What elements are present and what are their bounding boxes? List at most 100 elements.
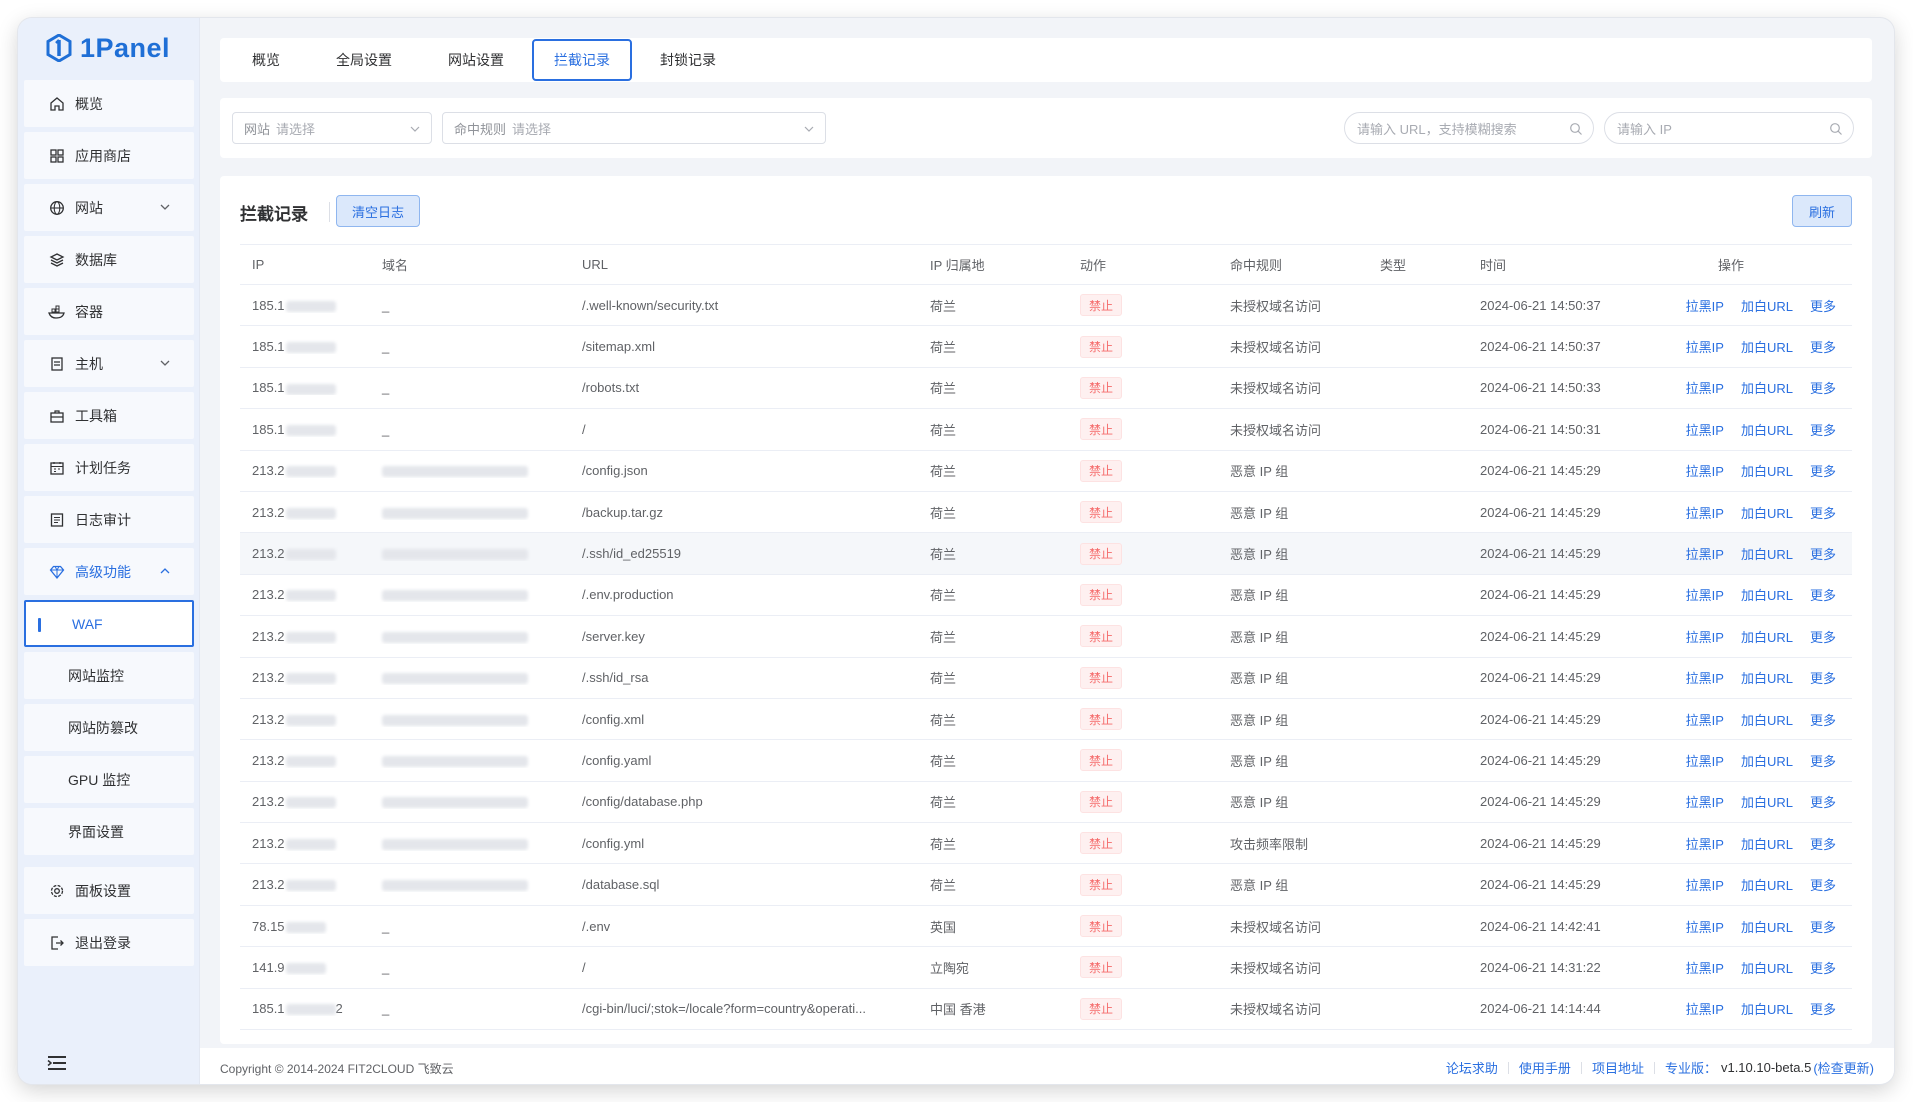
cell-ip: 213.2 [240,670,370,685]
sidebar-item-toolbox[interactable]: 工具箱 [24,392,194,439]
whitelist-url-button[interactable]: 加白URL [1741,834,1793,853]
url-search-input[interactable]: 请输入 URL，支持模糊搜索 [1344,112,1594,144]
blacklist-ip-button[interactable]: 拉黑IP [1686,337,1724,356]
column-header-type: 类型 [1380,258,1407,273]
tab-global-settings[interactable]: 全局设置 [308,39,420,81]
whitelist-url-button[interactable]: 加白URL [1741,627,1793,646]
status-badge: 禁止 [1080,790,1123,813]
blacklist-ip-button[interactable]: 拉黑IP [1686,461,1724,480]
more-button[interactable]: 更多 [1810,585,1836,604]
sidebar-item-gpu[interactable]: GPU 监控 [24,756,194,803]
sidebar-item-ui[interactable]: 界面设置 [24,808,194,855]
more-button[interactable]: 更多 [1810,503,1836,522]
more-button[interactable]: 更多 [1810,710,1836,729]
more-button[interactable]: 更多 [1810,751,1836,770]
blacklist-ip-button[interactable]: 拉黑IP [1686,627,1724,646]
whitelist-url-button[interactable]: 加白URL [1741,875,1793,894]
whitelist-url-button[interactable]: 加白URL [1741,296,1793,315]
sidebar-item-website[interactable]: 网站 [24,184,194,231]
blacklist-ip-button[interactable]: 拉黑IP [1686,585,1724,604]
sidebar-item-database[interactable]: 数据库 [24,236,194,283]
check-update-link[interactable]: (检查更新) [1811,1058,1874,1077]
sidebar-item-log[interactable]: 日志审计 [24,496,194,543]
sidebar-item-appstore[interactable]: 应用商店 [24,132,194,179]
whitelist-url-button[interactable]: 加白URL [1741,503,1793,522]
blacklist-ip-button[interactable]: 拉黑IP [1686,834,1724,853]
blacklist-ip-button[interactable]: 拉黑IP [1686,710,1724,729]
forum-help-link[interactable]: 论坛求助 [1436,1058,1508,1077]
more-button[interactable]: 更多 [1810,296,1836,315]
logo[interactable]: 1Panel [46,26,170,70]
more-button[interactable]: 更多 [1810,875,1836,894]
tab-block-records[interactable]: 封锁记录 [632,39,744,81]
sidebar-item-settings[interactable]: 面板设置 [24,867,194,914]
cell-geo: 荷兰 [930,298,957,314]
sidebar-item-overview[interactable]: 概览 [24,80,194,127]
more-button[interactable]: 更多 [1810,999,1836,1018]
whitelist-url-button[interactable]: 加白URL [1741,337,1793,356]
manual-link[interactable]: 使用手册 [1509,1058,1581,1077]
redacted-block [285,549,336,561]
menu-collapse-icon[interactable] [46,1054,68,1072]
blacklist-ip-button[interactable]: 拉黑IP [1686,751,1724,770]
sidebar-item-logout[interactable]: 退出登录 [24,919,194,966]
whitelist-url-button[interactable]: 加白URL [1741,585,1793,604]
ip-text: 185.1 [252,421,285,437]
whitelist-url-button[interactable]: 加白URL [1741,544,1793,563]
whitelist-url-button[interactable]: 加白URL [1741,461,1793,480]
sidebar-item-monitor[interactable]: 网站监控 [24,652,194,699]
whitelist-url-button[interactable]: 加白URL [1741,792,1793,811]
ip-search-input[interactable]: 请输入 IP [1604,112,1854,144]
sidebar-item-tamper[interactable]: 网站防篡改 [24,704,194,751]
clear-log-button[interactable]: 清空日志 [336,195,421,227]
blacklist-ip-button[interactable]: 拉黑IP [1686,503,1724,522]
blacklist-ip-button[interactable]: 拉黑IP [1686,420,1724,439]
blacklist-ip-button[interactable]: 拉黑IP [1686,296,1724,315]
tab-intercept-records[interactable]: 拦截记录 [532,39,632,81]
whitelist-url-button[interactable]: 加白URL [1741,751,1793,770]
blacklist-ip-button[interactable]: 拉黑IP [1686,668,1724,687]
more-button[interactable]: 更多 [1810,668,1836,687]
whitelist-url-button[interactable]: 加白URL [1741,958,1793,977]
cell-time: 2024-06-21 14:45:29 [1480,711,1601,727]
more-button[interactable]: 更多 [1810,627,1836,646]
redacted-block [285,383,336,395]
whitelist-url-button[interactable]: 加白URL [1741,710,1793,729]
blacklist-ip-button[interactable]: 拉黑IP [1686,378,1724,397]
website-select[interactable]: 网站 请选择 [232,112,432,144]
more-button[interactable]: 更多 [1810,378,1836,397]
refresh-button[interactable]: 刷新 [1792,195,1852,227]
whitelist-url-button[interactable]: 加白URL [1741,420,1793,439]
whitelist-url-button[interactable]: 加白URL [1741,378,1793,397]
cell-action: 禁止 [1068,418,1218,441]
sidebar-item-cron[interactable]: 计划任务 [24,444,194,491]
sidebar-item-advanced[interactable]: 高级功能 [24,548,194,595]
whitelist-url-button[interactable]: 加白URL [1741,668,1793,687]
blacklist-ip-button[interactable]: 拉黑IP [1686,544,1724,563]
more-button[interactable]: 更多 [1810,461,1836,480]
blacklist-ip-button[interactable]: 拉黑IP [1686,792,1724,811]
cell-domain: _ [370,339,570,354]
blacklist-ip-button[interactable]: 拉黑IP [1686,917,1724,936]
whitelist-url-button[interactable]: 加白URL [1741,999,1793,1018]
more-button[interactable]: 更多 [1810,958,1836,977]
blacklist-ip-button[interactable]: 拉黑IP [1686,875,1724,894]
rule-select[interactable]: 命中规则 请选择 [442,112,826,144]
whitelist-url-button[interactable]: 加白URL [1741,917,1793,936]
sidebar-item-host[interactable]: 主机 [24,340,194,387]
sidebar-item-waf[interactable]: WAF [24,600,194,647]
more-button[interactable]: 更多 [1810,917,1836,936]
tab-website-settings[interactable]: 网站设置 [420,39,532,81]
more-button[interactable]: 更多 [1810,337,1836,356]
more-button[interactable]: 更多 [1810,834,1836,853]
project-link[interactable]: 项目地址 [1582,1058,1654,1077]
more-button[interactable]: 更多 [1810,420,1836,439]
more-button[interactable]: 更多 [1810,544,1836,563]
blacklist-ip-button[interactable]: 拉黑IP [1686,958,1724,977]
ip-text: 185.1 [252,380,285,396]
more-button[interactable]: 更多 [1810,792,1836,811]
tab-overview[interactable]: 概览 [224,39,308,81]
cell-geo: 荷兰 [930,464,957,480]
blacklist-ip-button[interactable]: 拉黑IP [1686,999,1724,1018]
sidebar-item-container[interactable]: 容器 [24,288,194,335]
